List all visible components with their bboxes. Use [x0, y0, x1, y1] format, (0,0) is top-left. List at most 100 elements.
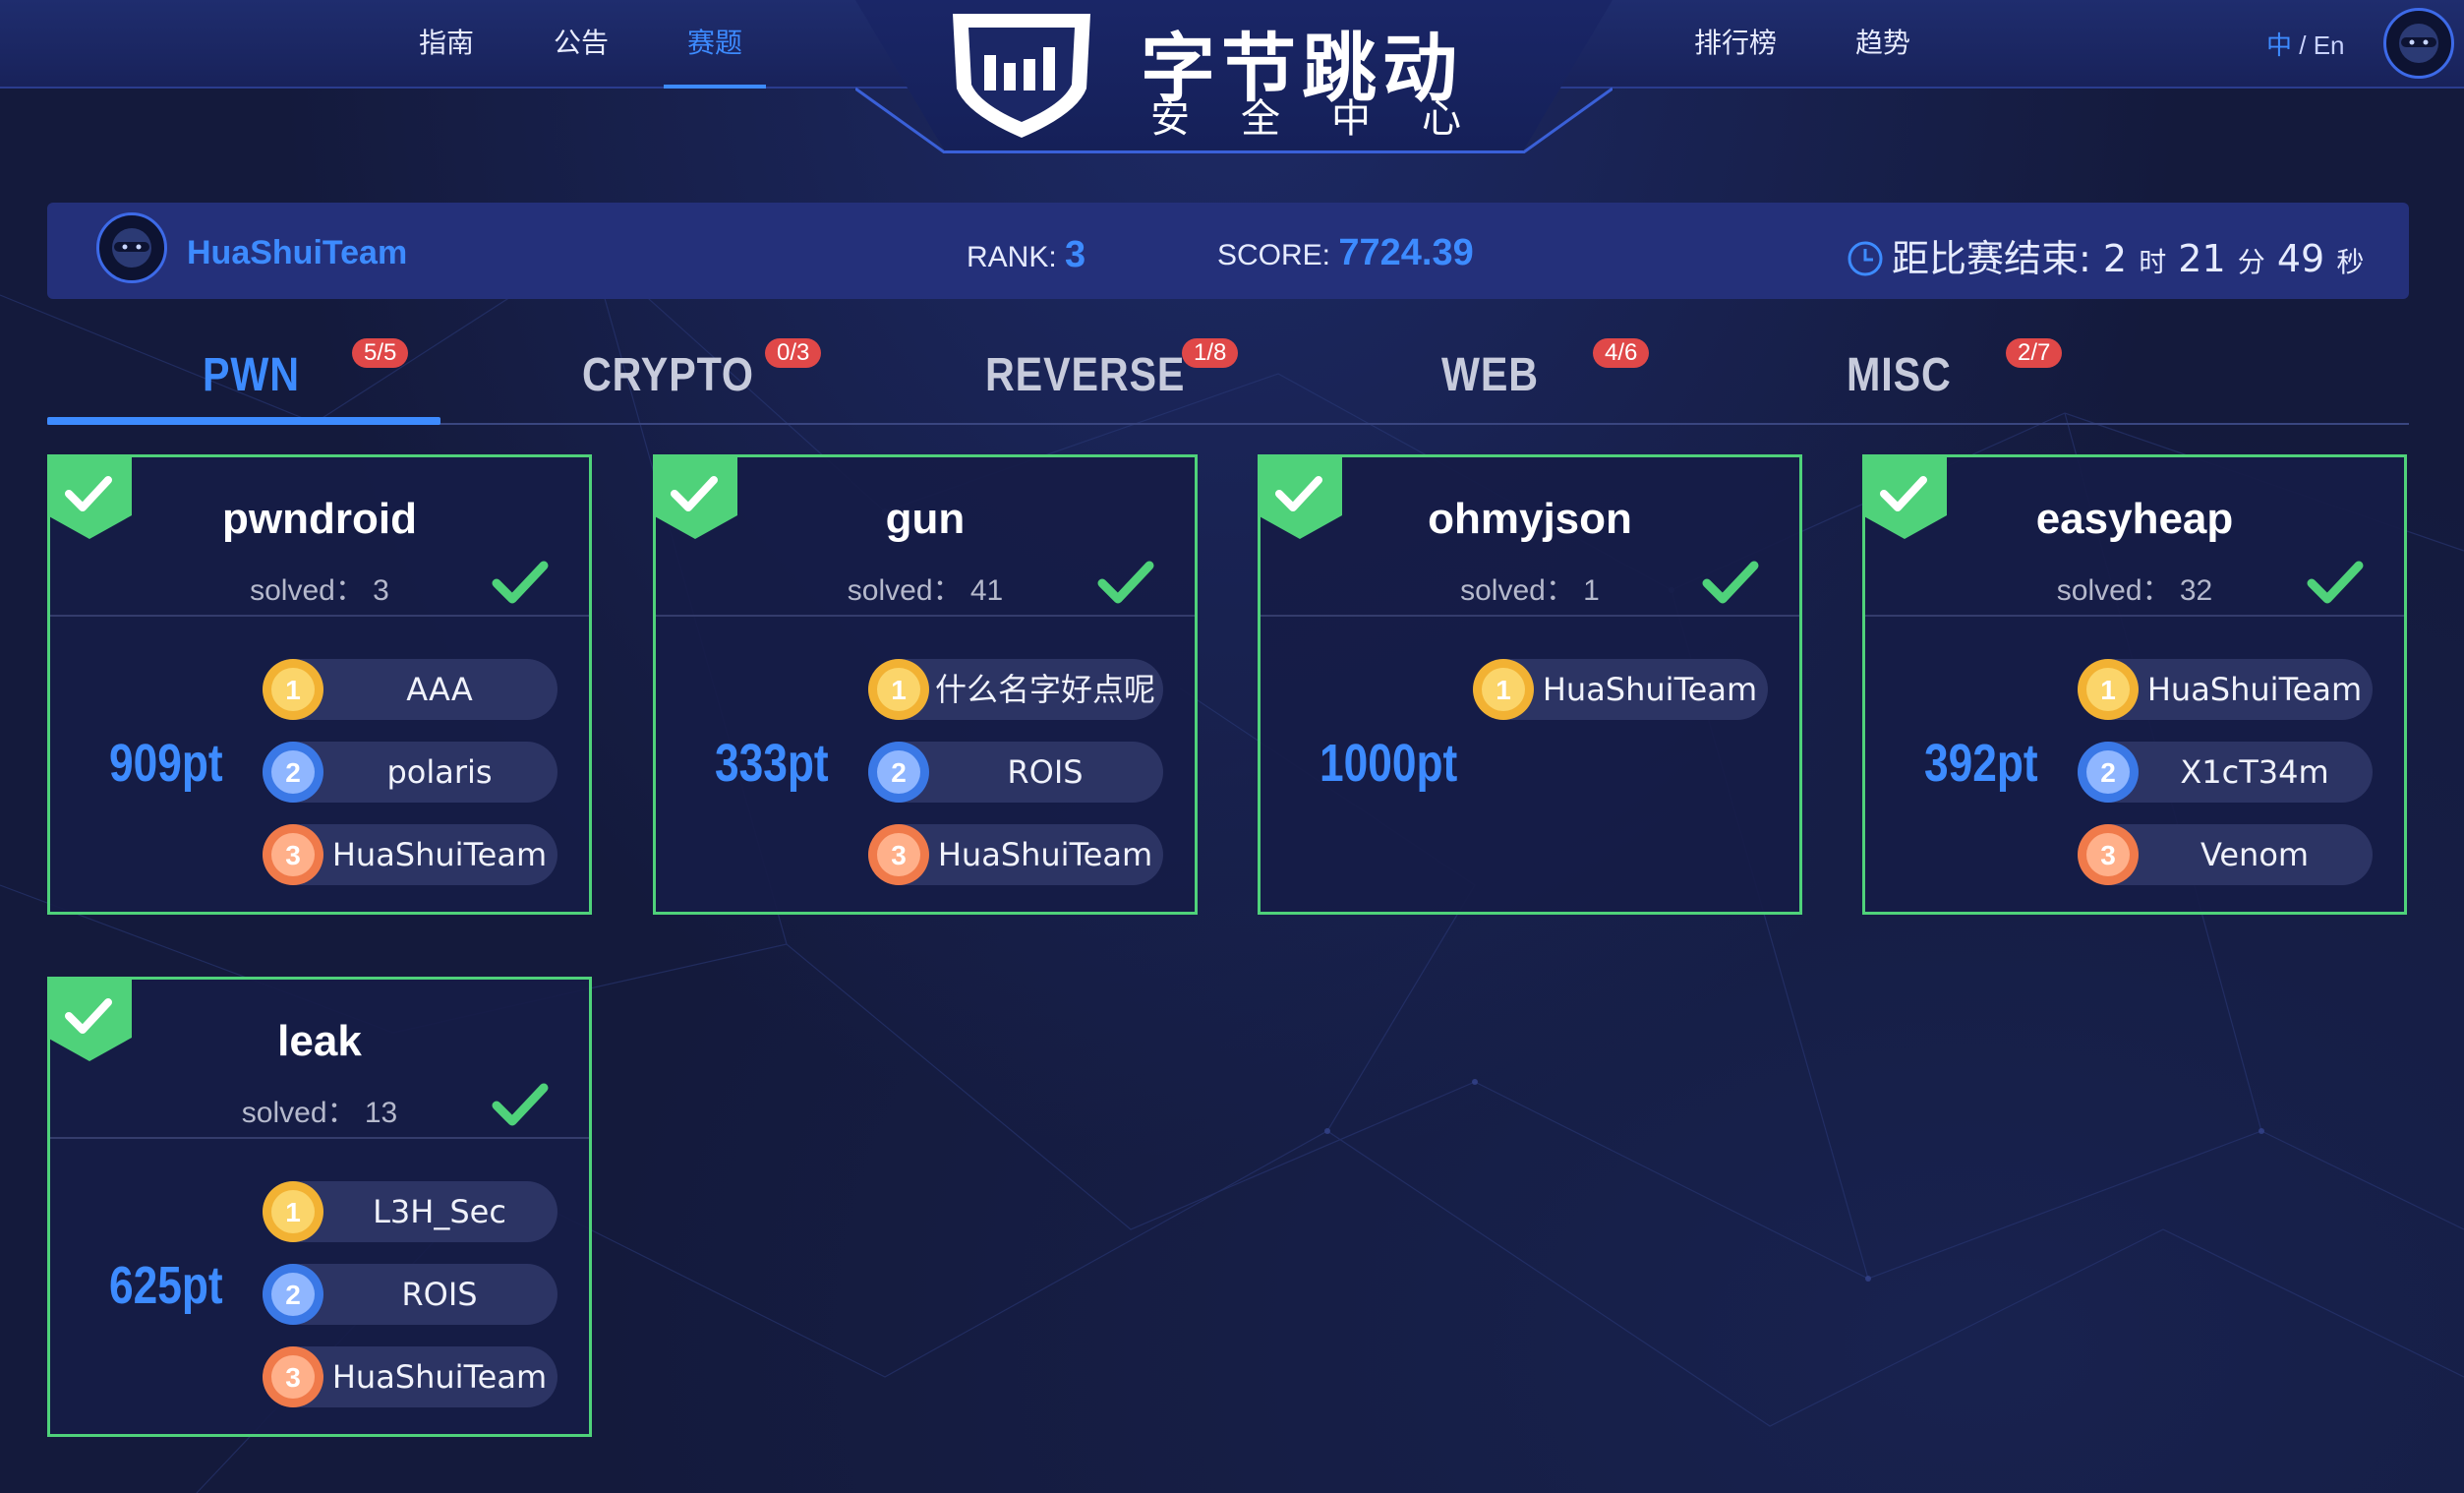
first-blood-solver: 1 HuaShuiTeam — [1473, 659, 1768, 720]
check-icon — [2307, 561, 2364, 604]
score-label: SCORE: — [1217, 239, 1331, 271]
second-blood-solver: 2 ROIS — [263, 1264, 557, 1325]
nav-trends[interactable]: 趋势 — [1855, 22, 1910, 61]
silver-medal-icon: 2 — [868, 742, 929, 803]
silver-medal-icon: 2 — [263, 1264, 323, 1325]
third-blood-solver: 3 HuaShuiTeam — [868, 824, 1163, 885]
svg-text:1: 1 — [285, 1197, 301, 1227]
solver-name: HuaShuiTeam — [2146, 671, 2363, 708]
third-blood-solver: 3 Venom — [2078, 824, 2373, 885]
challenge-points: 392pt — [1924, 734, 2038, 793]
gold-medal-icon: 1 — [868, 659, 929, 720]
silver-medal-icon: 2 — [2078, 742, 2139, 803]
gold-medal-icon: 1 — [263, 659, 323, 720]
brand-subtitle: 安全中心 — [1150, 96, 1512, 142]
tab-pwn-badge: 5/5 — [352, 338, 409, 368]
nav-challenges[interactable]: 赛题 — [687, 22, 742, 61]
team-status-bar: HuaShuiTeam RANK: 3 SCORE: 7724.39 距比赛结束… — [47, 203, 2409, 299]
countdown: 距比赛结束: 2 时 21 分 49 秒 — [1847, 228, 2364, 282]
first-blood-solver: 1 什么名字好点呢 — [868, 659, 1163, 720]
third-blood-solver: 3 HuaShuiTeam — [263, 824, 557, 885]
nav-guide[interactable]: 指南 — [419, 22, 474, 61]
card-divider — [50, 615, 589, 617]
challenge-name: pwndroid — [222, 495, 417, 543]
svg-text:1: 1 — [285, 675, 301, 705]
team-name: HuaShuiTeam — [187, 234, 408, 271]
second-blood-solver: 2 polaris — [263, 742, 557, 803]
bronze-medal-icon: 3 — [868, 824, 929, 885]
nav-active-underline — [664, 85, 766, 89]
solver-name: Venom — [2200, 836, 2310, 873]
check-icon — [1097, 561, 1154, 604]
first-blood-solver: 1 AAA — [263, 659, 557, 720]
bronze-medal-icon: 3 — [263, 1346, 323, 1407]
tab-misc[interactable]: MISC — [1847, 348, 1952, 402]
solver-name: L3H_Sec — [373, 1193, 506, 1230]
challenge-card-pwndroid[interactable]: pwndroid solved： 3 909pt 1 AAA 2 polaris… — [47, 454, 592, 915]
tab-pwn[interactable]: PWN — [203, 348, 300, 402]
svg-text:1: 1 — [1496, 675, 1511, 705]
hours-unit: 时 — [2139, 246, 2167, 278]
check-icon — [492, 1083, 549, 1126]
lang-zh[interactable]: 中 — [2266, 30, 2292, 60]
tab-reverse-badge: 1/8 — [1182, 338, 1239, 368]
challenge-card-easyheap[interactable]: easyheap solved： 32 392pt 1 HuaShuiTeam … — [1862, 454, 2407, 915]
tab-active-underline — [47, 417, 440, 425]
countdown-seconds: 49 — [2276, 237, 2325, 280]
team-rank: RANK: 3 — [967, 234, 1085, 276]
bronze-medal-icon: 3 — [263, 824, 323, 885]
countdown-hours: 2 — [2102, 237, 2128, 280]
silver-medal-icon: 2 — [263, 742, 323, 803]
tab-crypto[interactable]: CRYPTO — [582, 348, 754, 402]
seconds-unit: 秒 — [2336, 246, 2365, 278]
score-value: 7724.39 — [1338, 232, 1474, 273]
challenge-name: gun — [885, 495, 966, 543]
second-blood-solver: 2 ROIS — [868, 742, 1163, 803]
solver-name: HuaShuiTeam — [937, 836, 1153, 873]
svg-text:3: 3 — [285, 1362, 301, 1393]
challenge-card-gun[interactable]: gun solved： 41 333pt 1 什么名字好点呢 2 ROIS 3 … — [653, 454, 1198, 915]
category-tabs: PWN 5/5 CRYPTO 0/3 REVERSE 1/8 WEB 4/6 M… — [47, 334, 2409, 425]
nav-leaderboard[interactable]: 排行榜 — [1694, 22, 1777, 61]
challenge-card-leak[interactable]: leak solved： 13 625pt 1 L3H_Sec 2 ROIS 3… — [47, 977, 592, 1437]
check-icon — [492, 561, 549, 604]
tab-misc-badge: 2/7 — [2006, 338, 2063, 368]
team-score: SCORE: 7724.39 — [1217, 232, 1474, 274]
ninja-avatar-icon — [2399, 24, 2438, 63]
svg-text:2: 2 — [285, 757, 301, 788]
svg-text:3: 3 — [2100, 840, 2116, 870]
check-icon — [1702, 561, 1759, 604]
challenge-card-ohmyjson[interactable]: ohmyjson solved： 1 1000pt 1 HuaShuiTeam — [1258, 454, 1802, 915]
user-avatar[interactable] — [2383, 8, 2454, 79]
svg-text:2: 2 — [891, 757, 907, 788]
card-divider — [1865, 615, 2404, 617]
challenge-points: 1000pt — [1320, 734, 1458, 793]
tab-web[interactable]: WEB — [1441, 348, 1539, 402]
challenge-points: 909pt — [109, 734, 223, 793]
card-divider — [1261, 615, 1799, 617]
gold-medal-icon: 1 — [2078, 659, 2139, 720]
minutes-unit: 分 — [2237, 246, 2265, 278]
lang-en[interactable]: En — [2314, 30, 2345, 60]
challenge-points: 333pt — [715, 734, 829, 793]
team-avatar — [96, 212, 167, 283]
card-divider — [50, 1137, 589, 1139]
countdown-label: 距比赛结束: — [1892, 237, 2091, 280]
challenge-points: 625pt — [109, 1256, 223, 1315]
gold-medal-icon: 1 — [1473, 659, 1534, 720]
solver-name: HuaShuiTeam — [331, 1358, 548, 1396]
solver-name: HuaShuiTeam — [1542, 671, 1758, 708]
tab-web-badge: 4/6 — [1593, 338, 1650, 368]
gold-medal-icon: 1 — [263, 1181, 323, 1242]
tab-reverse[interactable]: REVERSE — [985, 348, 1185, 402]
svg-text:1: 1 — [2100, 675, 2116, 705]
language-switch[interactable]: 中 / En — [2266, 26, 2345, 62]
countdown-minutes: 21 — [2178, 237, 2226, 280]
nav-announcements[interactable]: 公告 — [554, 22, 609, 61]
svg-text:3: 3 — [891, 840, 907, 870]
svg-text:2: 2 — [285, 1280, 301, 1310]
svg-text:1: 1 — [891, 675, 907, 705]
tab-crypto-badge: 0/3 — [765, 338, 822, 368]
solver-name: 什么名字好点呢 — [934, 671, 1155, 708]
second-blood-solver: 2 X1cT34m — [2078, 742, 2373, 803]
